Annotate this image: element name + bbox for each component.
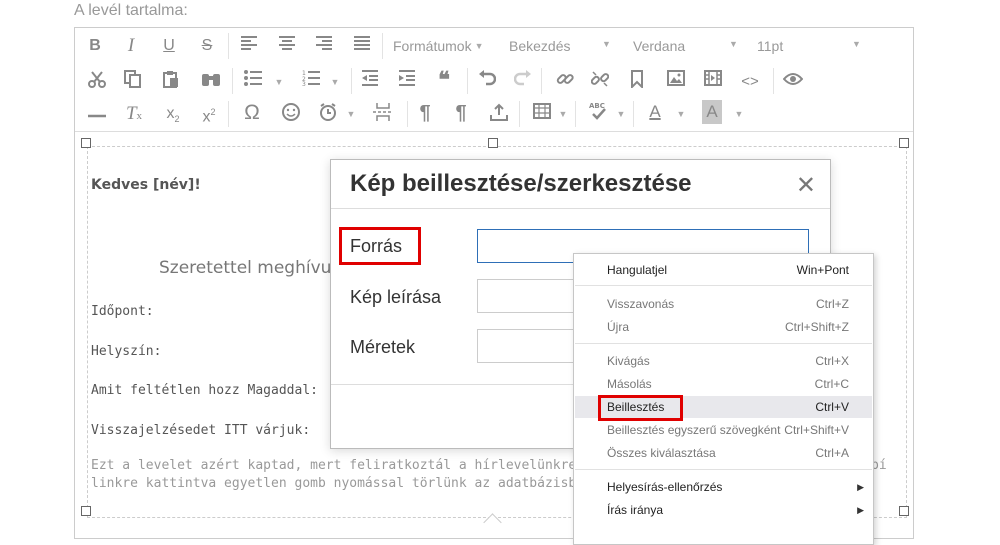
menu-item-cut[interactable]: Kivágás Ctrl+X — [575, 350, 872, 372]
invite-text: Szeretettel meghívu — [159, 258, 332, 278]
menu-item-paste-plain[interactable]: Beillesztés egyszerű szövegként Ctrl+Shif… — [575, 419, 872, 441]
unlink-icon[interactable] — [590, 70, 610, 94]
link-icon[interactable] — [555, 70, 575, 94]
resize-handle[interactable] — [488, 138, 498, 148]
font-size-dropdown[interactable]: 11pt ▼ — [757, 34, 861, 58]
outdent-icon[interactable] — [360, 70, 380, 94]
chevron-down-icon[interactable]: ▼ — [615, 102, 627, 126]
redo-icon[interactable] — [513, 70, 533, 94]
editor-toolbar: B I U S Formátumok ▼ Bekezdés ▼ Verdana ▼ 1… — [75, 28, 913, 132]
show-blocks-icon[interactable]: ¶ — [415, 101, 435, 125]
clear-formatting-icon[interactable]: Tx — [123, 102, 145, 126]
menu-item-spellcheck[interactable]: Helyesírás-ellenőrzés ▶ — [575, 476, 872, 498]
media-icon[interactable] — [703, 70, 723, 94]
close-icon[interactable]: ✕ — [796, 171, 816, 200]
block-format-dropdown[interactable]: Bekezdés ▼ — [509, 34, 613, 58]
context-menu: Hangulatjel Win+Pont Visszavonás Ctrl+Z Új… — [573, 253, 874, 545]
resize-handle[interactable] — [81, 138, 91, 148]
resize-handle[interactable] — [899, 506, 909, 516]
svg-text:3: 3 — [302, 81, 306, 86]
italic-button[interactable]: I — [123, 34, 139, 58]
menu-item-writing-direction[interactable]: Írás iránya ▶ — [575, 499, 872, 521]
font-family-dropdown[interactable]: Verdana ▼ — [633, 34, 738, 58]
horizontal-rule-icon[interactable] — [87, 103, 107, 127]
chevron-down-icon: ▼ — [602, 39, 611, 49]
preview-eye-icon[interactable] — [782, 70, 804, 94]
spellcheck-icon[interactable]: ABC — [587, 100, 609, 124]
section-label: A levél tartalma: — [74, 2, 188, 19]
align-justify-icon[interactable] — [352, 34, 372, 58]
find-replace-icon[interactable] — [201, 70, 221, 94]
bold-button[interactable]: B — [87, 34, 103, 58]
chevron-down-icon: ▼ — [474, 41, 484, 51]
chevron-right-icon: ▶ — [857, 505, 864, 515]
align-left-icon[interactable] — [239, 34, 259, 58]
bookmark-icon[interactable] — [627, 70, 647, 94]
chevron-down-icon: ▼ — [852, 39, 861, 49]
chevron-down-icon[interactable]: ▼ — [557, 102, 569, 126]
formats-dropdown[interactable]: Formátumok ▼ — [393, 34, 484, 58]
resize-handle[interactable] — [899, 138, 909, 148]
menu-item-undo[interactable]: Visszavonás Ctrl+Z — [575, 293, 872, 315]
dialog-header-divider — [331, 208, 830, 209]
numbered-list-icon[interactable]: 123 — [301, 70, 321, 94]
place-label: Helyszín: — [91, 344, 162, 359]
insert-datetime-icon[interactable] — [318, 103, 338, 127]
text-color-icon[interactable]: A — [645, 100, 665, 124]
align-center-icon[interactable] — [277, 34, 297, 58]
chevron-right-icon: ▶ — [857, 482, 864, 492]
emoticons-icon[interactable] — [281, 103, 301, 127]
indent-icon[interactable] — [397, 70, 417, 94]
time-label: Időpont: — [91, 304, 154, 319]
chevron-down-icon[interactable]: ▼ — [675, 102, 687, 126]
menu-item-select-all[interactable]: Összes kiválasztása Ctrl+A — [575, 442, 872, 464]
description-label: Kép leírása — [350, 287, 442, 307]
chevron-down-icon[interactable]: ▼ — [329, 70, 341, 94]
menu-item-redo[interactable]: Újra Ctrl+Shift+Z — [575, 316, 872, 338]
copy-icon[interactable] — [123, 70, 143, 94]
insert-upload-icon[interactable] — [489, 103, 509, 127]
menu-item-emoji[interactable]: Hangulatjel Win+Pont — [575, 259, 872, 281]
chevron-down-icon: ▼ — [729, 39, 738, 49]
blockquote-icon[interactable]: ❝ — [433, 68, 455, 92]
underline-button[interactable]: U — [161, 34, 177, 58]
chevron-down-icon[interactable]: ▼ — [273, 70, 285, 94]
footer-line-1-tail: bí — [871, 458, 887, 473]
insert-image-icon[interactable] — [666, 70, 686, 94]
chevron-down-icon[interactable]: ▼ — [345, 102, 357, 126]
cut-icon[interactable] — [87, 70, 107, 94]
dialog-title: Kép beillesztése/szerkesztése — [350, 170, 692, 197]
table-icon[interactable] — [532, 103, 552, 127]
undo-icon[interactable] — [477, 70, 497, 94]
highlight-box — [598, 395, 683, 421]
chevron-down-icon[interactable]: ▼ — [733, 102, 745, 126]
bullet-list-icon[interactable] — [243, 70, 263, 94]
svg-text:ABC: ABC — [589, 102, 605, 110]
resize-handle[interactable] — [81, 506, 91, 516]
align-right-icon[interactable] — [314, 34, 334, 58]
width-input[interactable] — [477, 329, 577, 363]
feedback-label: Visszajelzésedet ITT várjuk: — [91, 423, 311, 438]
background-color-icon[interactable]: A — [702, 100, 722, 124]
subscript-icon[interactable]: x2 — [163, 102, 183, 126]
superscript-icon[interactable]: x2 — [199, 100, 219, 125]
highlight-box — [339, 227, 421, 265]
greeting-text: Kedves [név]! — [91, 177, 201, 193]
visual-chars-icon[interactable]: ¶ — [451, 101, 471, 125]
strikethrough-button[interactable]: S — [199, 34, 215, 58]
source-code-icon[interactable]: <> — [739, 70, 761, 94]
special-character-icon[interactable]: Ω — [241, 101, 263, 125]
dimensions-label: Méretek — [350, 337, 416, 357]
bring-label: Amit feltétlen hozz Magaddal: — [91, 383, 318, 398]
paste-icon[interactable] — [161, 70, 181, 94]
menu-item-copy[interactable]: Másolás Ctrl+C — [575, 373, 872, 395]
page-break-icon[interactable] — [373, 103, 393, 127]
